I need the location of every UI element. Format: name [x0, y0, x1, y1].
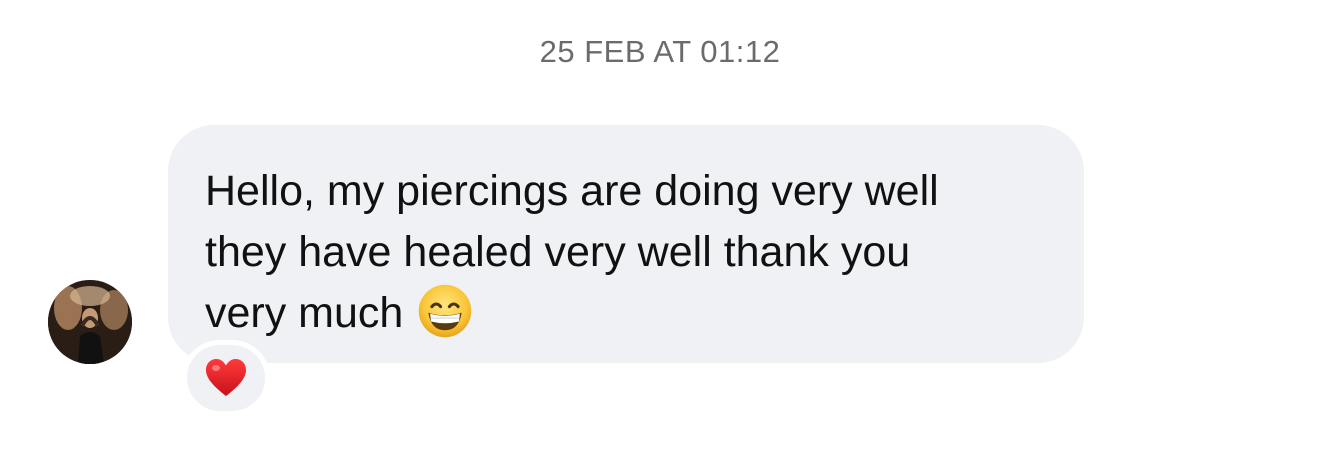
heart-reaction[interactable] — [182, 340, 270, 416]
message-line-3: very much — [205, 289, 404, 337]
message-bubble[interactable]: Hello, my piercings are doing very well … — [168, 125, 1084, 363]
grinning-face-icon — [419, 284, 472, 338]
message-line-1: Hello, my piercings are doing very well — [205, 167, 939, 215]
message-line-2: they have healed very well thank you — [205, 228, 911, 276]
message-row: Hello, my piercings are doing very well … — [0, 0, 1320, 458]
avatar-photo-icon — [48, 280, 132, 364]
red-heart-icon — [206, 359, 246, 396]
sender-avatar[interactable] — [48, 280, 132, 364]
message-text: Hello, my piercings are doing very well … — [205, 161, 1065, 344]
